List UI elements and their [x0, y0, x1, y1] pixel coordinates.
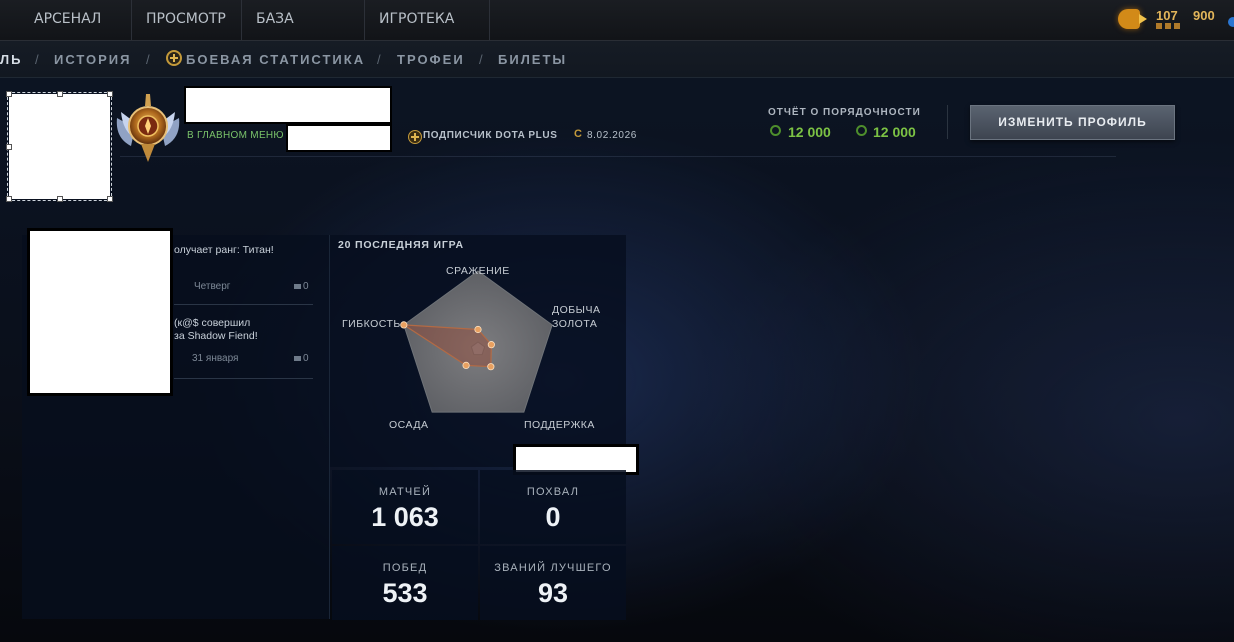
subnav-separator: / — [377, 52, 381, 67]
resize-handle — [107, 196, 113, 202]
feed-item-text[interactable]: олучает ранг: Титан! — [174, 244, 274, 256]
tab-knowledge-base[interactable]: БАЗА ЗНАНИЙ — [242, 0, 365, 65]
online-status: В ГЛАВНОМ МЕНЮ — [187, 130, 284, 141]
radar-point — [487, 341, 495, 349]
comment-icon — [294, 356, 301, 361]
rank-medal-icon[interactable] — [113, 88, 183, 166]
subnav-item-battle-stats[interactable]: БОЕВАЯ СТАТИСТИКА — [186, 52, 365, 67]
axis-label-farming: ДОБЫЧА — [552, 304, 601, 316]
resize-handle — [57, 91, 63, 97]
resize-handle — [6, 91, 12, 97]
radar-point — [487, 363, 495, 371]
subnav-item-history[interactable]: ИСТОРИЯ — [54, 52, 132, 67]
stat-tile-commends: ПОХВАЛ 0 — [480, 470, 626, 544]
resize-handle — [57, 196, 63, 202]
currency-dots — [1156, 23, 1182, 29]
stat-label: ЗВАНИЙ ЛУЧШЕГО — [494, 562, 612, 574]
stat-label: МАТЧЕЙ — [378, 486, 432, 498]
stat-tile-matches: МАТЧЕЙ 1 063 — [332, 470, 478, 544]
edit-profile-button[interactable]: ИЗМЕНИТЬ ПРОФИЛЬ — [970, 105, 1175, 140]
conduct-score-1: 12 000 — [788, 124, 831, 140]
tab-watch[interactable]: ПРОСМОТР — [132, 0, 242, 40]
feed-item-text[interactable]: (к@$ совершил — [174, 317, 250, 329]
stat-tile-wins: ПОБЕД 533 — [332, 546, 478, 620]
divider — [174, 378, 313, 379]
axis-label-versatility: ГИБКОСТЬ — [342, 318, 401, 330]
stat-value: 0 — [545, 502, 561, 532]
feed-item-day: Четверг — [194, 281, 231, 292]
resize-handle — [6, 144, 12, 150]
smile-icon — [770, 125, 781, 136]
subnav-item-trophies[interactable]: ТРОФЕИ — [397, 52, 465, 67]
tab-arcade[interactable]: ИГРОТЕКА — [365, 0, 490, 40]
player-id-redacted — [286, 124, 392, 152]
dota-plus-icon — [408, 130, 422, 144]
avatar[interactable] — [6, 91, 113, 202]
conduct-report-title[interactable]: ОТЧЁТ О ПОРЯДОЧНОСТИ — [768, 107, 921, 118]
subnav-item-profile[interactable]: ЛЬ — [0, 52, 22, 67]
axis-label-farming: ЗОЛОТА — [552, 318, 598, 330]
conduct-score-2: 12 000 — [873, 124, 916, 140]
divider — [947, 105, 948, 139]
subnav-item-tickets[interactable]: БИЛЕТЫ — [498, 52, 567, 67]
stat-tile-mvp: ЗВАНИЙ ЛУЧШЕГО 93 — [480, 546, 626, 620]
notification-dot — [1228, 17, 1234, 27]
player-name-redacted — [184, 86, 392, 124]
currency-widget[interactable]: 107 900 — [1118, 6, 1234, 34]
member-since-date: 8.02.2026 — [587, 130, 637, 141]
radar-point — [400, 321, 408, 329]
feed-item-day: 31 января — [192, 353, 239, 364]
stat-label: ПОБЕД — [382, 562, 428, 574]
tab-arsenal[interactable]: АРСЕНАЛ — [20, 0, 132, 40]
currency-value-1: 107 — [1156, 8, 1178, 23]
shards-icon — [1118, 9, 1147, 29]
feed-item-comments: 0 — [303, 353, 309, 364]
calendar-icon: C — [574, 128, 582, 140]
subnav-separator: / — [35, 52, 39, 67]
feed-item-comments: 0 — [303, 281, 309, 292]
divider — [120, 156, 1116, 157]
axis-label-pushing: ОСАДА — [389, 419, 429, 431]
stat-value: 1 063 — [371, 502, 439, 532]
comment-icon — [294, 284, 301, 289]
smile-icon — [856, 125, 867, 136]
divider — [174, 304, 313, 305]
profile-subnav: ЛЬ / ИСТОРИЯ / БОЕВАЯ СТАТИСТИКА / ТРОФЕ… — [0, 41, 1234, 78]
dota-plus-icon — [166, 50, 182, 66]
subnav-separator: / — [146, 52, 150, 67]
radar-point — [474, 325, 482, 334]
feed-avatar-redacted — [27, 228, 173, 396]
stat-value: 533 — [382, 578, 428, 608]
subnav-separator: / — [479, 52, 483, 67]
axis-label-support: ПОДДЕРЖКА — [524, 419, 595, 431]
resize-handle — [6, 196, 12, 202]
radar-point — [462, 361, 470, 370]
top-nav: АРСЕНАЛ ПРОСМОТР БАЗА ЗНАНИЙ ИГРОТЕКА 10… — [0, 0, 1234, 65]
stat-value: 93 — [537, 578, 569, 608]
currency-value-2: 900 — [1193, 8, 1215, 23]
feed-item-text[interactable]: за Shadow Fiend! — [174, 330, 258, 342]
dota-plus-subscriber: ПОДПИСЧИК DOTA PLUS — [423, 130, 558, 141]
axis-label-fighting: СРАЖЕНИЕ — [446, 265, 510, 277]
stat-label: ПОХВАЛ — [526, 486, 580, 498]
